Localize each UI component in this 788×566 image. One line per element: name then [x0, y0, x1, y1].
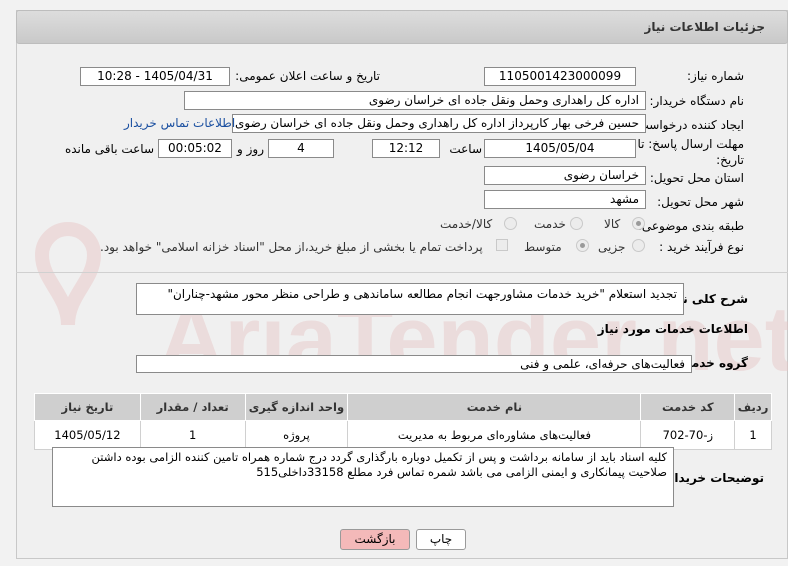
city-label: شهر محل تحویل: — [657, 195, 744, 209]
days-label: روز و — [237, 142, 264, 156]
cell-unit: پروژه — [244, 420, 349, 450]
cell-need-date: 1405/05/12 — [34, 420, 141, 450]
divider — [16, 272, 788, 273]
cell-service-name: فعالیت‌های مشاوره‌ای مربوط به مدیریت — [347, 420, 642, 450]
category-option-service: خدمت — [534, 217, 566, 231]
need-number-field: 1105001423000099 — [484, 67, 636, 86]
buyer-notes-field: کلیه اسناد باید از سامانه برداشت و پس از… — [52, 447, 674, 507]
need-number-label: شماره نیاز: — [687, 69, 744, 83]
city-field: مشهد — [484, 190, 646, 209]
col-service-code: کد خدمت — [640, 393, 736, 421]
summary-field: تجدید استعلام "خرید خدمات مشاورجهت انجام… — [136, 283, 684, 315]
buyer-org-label: نام دستگاه خریدار: — [649, 94, 745, 108]
buyer-notes-line2: صلاحیت پیمانکاری و ایمنی الزامی می باشد … — [256, 465, 667, 479]
col-row-number: ردیف — [734, 393, 772, 421]
cell-row-number: 1 — [734, 420, 772, 450]
page-header: جزئیات اطلاعات نیاز — [16, 10, 788, 44]
col-quantity: تعداد / مقدار — [139, 393, 246, 421]
category-radio-goods[interactable] — [632, 217, 645, 230]
announce-label: تاریخ و ساعت اعلان عمومی: — [235, 69, 380, 83]
process-label: نوع فرآیند خرید : — [659, 240, 744, 254]
table-header-row: ردیف کد خدمت نام خدمت واحد اندازه گیری ت… — [34, 393, 772, 421]
time-label: ساعت — [449, 142, 482, 156]
buyer-contact-link[interactable]: اطلاعات تماس خریدار — [124, 116, 235, 130]
service-group-field: فعالیت‌های حرفه‌ای، علمی و فنی — [136, 355, 692, 373]
process-radio-medium[interactable] — [576, 239, 589, 252]
remaining-time-field: 00:05:02 — [158, 139, 232, 158]
buyer-org-field: اداره کل راهداری وحمل ونقل جاده ای خراسا… — [184, 91, 646, 110]
remaining-label: ساعت باقی مانده — [64, 142, 154, 156]
services-table: ردیف کد خدمت نام خدمت واحد اندازه گیری ت… — [34, 393, 772, 450]
page-title: جزئیات اطلاعات نیاز — [644, 20, 765, 34]
col-need-date: تاریخ نیاز — [34, 393, 141, 421]
category-radio-service[interactable] — [570, 217, 583, 230]
back-button[interactable]: بازگشت — [340, 529, 410, 550]
process-option-minor: جزیی — [598, 240, 626, 254]
deadline-date-field: 1405/05/04 — [484, 139, 636, 158]
province-field: خراسان رضوی — [484, 166, 646, 185]
cell-quantity: 1 — [139, 420, 246, 450]
deadline-label: مهلت ارسال پاسخ: تا تاریخ: — [637, 137, 744, 167]
category-option-goods: کالا — [604, 217, 621, 231]
category-radio-goods-service[interactable] — [504, 217, 517, 230]
category-label: طبقه بندی موضوعی: — [637, 219, 744, 233]
process-option-medium: متوسط — [524, 240, 562, 254]
treasury-payment-checkbox[interactable] — [496, 239, 508, 251]
category-option-goods-service: کالا/خدمت — [440, 217, 493, 231]
announce-field: 1405/04/31 - 10:28 — [80, 67, 230, 86]
table-row: 1 ز-70-702 فعالیت‌های مشاوره‌ای مربوط به… — [34, 420, 772, 450]
buyer-notes-line1: کلیه اسناد باید از سامانه برداشت و پس از… — [91, 450, 667, 464]
treasury-payment-note: پرداخت تمام یا بخشی از مبلغ خرید،از محل … — [100, 240, 483, 254]
col-service-name: نام خدمت — [347, 393, 642, 421]
services-section-title: اطلاعات خدمات مورد نیاز — [597, 322, 748, 336]
cell-service-code: ز-70-702 — [640, 420, 736, 450]
province-label: استان محل تحویل: — [649, 171, 744, 185]
process-radio-minor[interactable] — [632, 239, 645, 252]
col-unit: واحد اندازه گیری — [244, 393, 349, 421]
creator-field: حسین فرخی بهار کارپرداز اداره کل راهداری… — [232, 114, 646, 133]
deadline-time-field: 12:12 — [372, 139, 440, 158]
creator-label: ایجاد کننده درخواست: — [633, 118, 744, 132]
print-button[interactable]: چاپ — [416, 529, 466, 550]
days-field: 4 — [268, 139, 334, 158]
buyer-notes-label: توضیحات خریدار: — [662, 471, 764, 485]
